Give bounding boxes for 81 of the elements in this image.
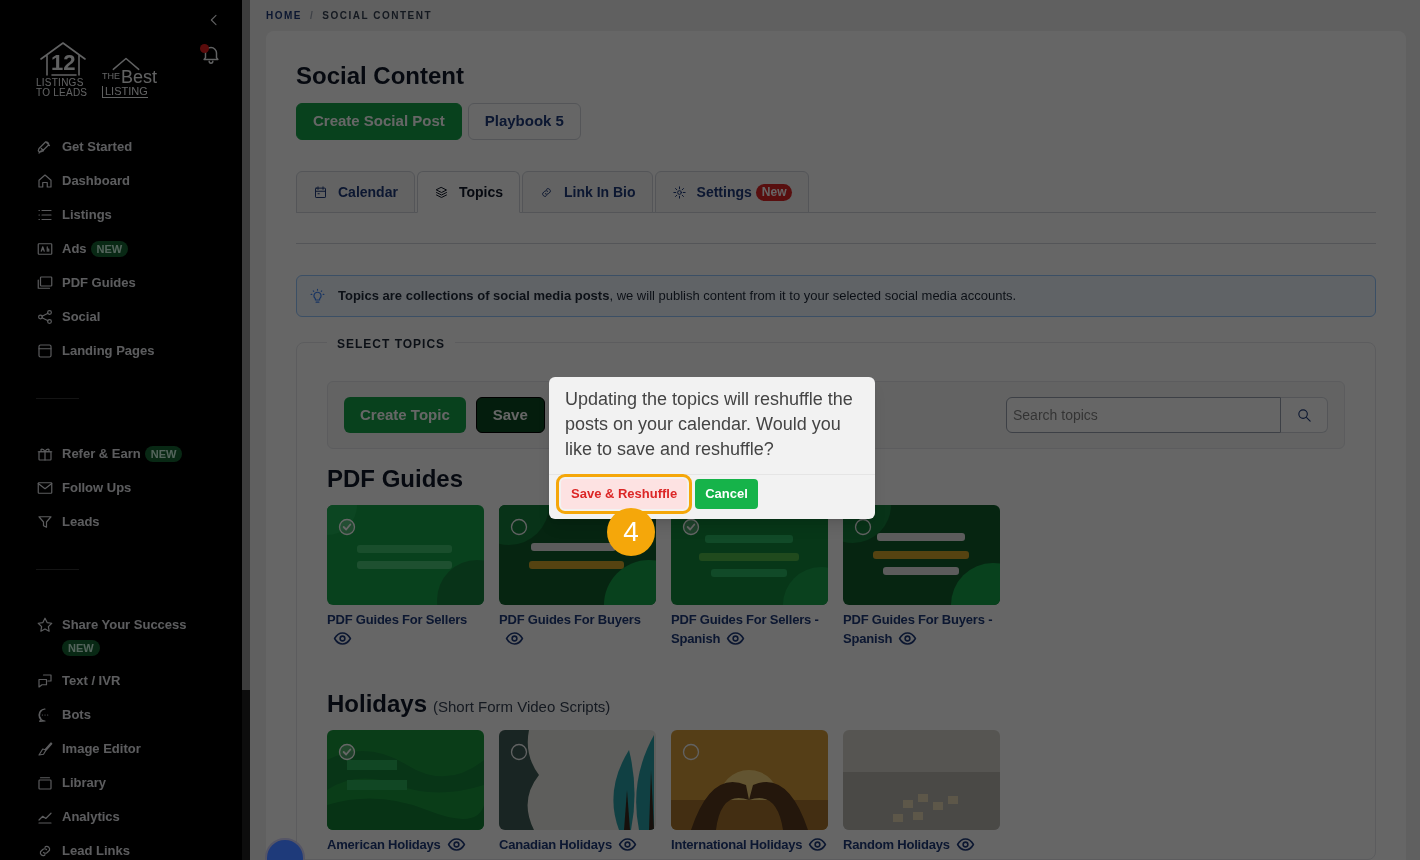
new-badge: NEW — [62, 640, 100, 656]
sidebar-link[interactable]: Refer & Earn — [62, 445, 141, 463]
breadcrumb-current: SOCIAL CONTENT — [322, 9, 432, 23]
sidebar-link[interactable]: Text / IVR — [62, 672, 121, 690]
ad-icon — [36, 240, 54, 258]
topic-link[interactable]: PDF Guides For Sellers — [327, 610, 484, 648]
chat-bubbles-icon — [36, 672, 54, 690]
share-icon — [36, 308, 54, 326]
gear-icon — [671, 184, 687, 200]
topic-link[interactable]: Canadian Holidays — [499, 835, 656, 854]
section-subtitle: (Short Form Video Scripts) — [433, 697, 611, 717]
sidebar-link[interactable]: Library — [62, 774, 107, 792]
topic-link[interactable]: PDF Guides For Buyers — [499, 610, 656, 648]
sidebar-link[interactable]: Ads — [62, 240, 87, 258]
search-icon — [1295, 406, 1313, 424]
section-title: PDF Guides — [327, 464, 464, 494]
sidebar-link[interactable]: Landing Pages — [62, 342, 155, 360]
tab[interactable]: Topics — [416, 171, 520, 213]
brush-icon — [36, 740, 54, 758]
sidebar-link[interactable]: Lead Links — [62, 842, 130, 860]
logo-text: LISTINGS — [36, 78, 84, 88]
eye-icon[interactable] — [446, 835, 466, 854]
house-icon — [36, 172, 54, 190]
eye-icon[interactable] — [505, 629, 524, 648]
sidebar-link[interactable]: Dashboard — [62, 172, 130, 190]
tab[interactable]: Link In Bio — [522, 171, 653, 213]
envelope-icon — [36, 479, 54, 497]
sidebar-link[interactable]: Bots — [62, 706, 91, 724]
sidebar-link[interactable]: Follow Ups — [62, 479, 132, 497]
breadcrumb-link[interactable]: HOME — [266, 8, 302, 23]
logo-text: TO LEADS — [36, 88, 88, 98]
toolbar-button[interactable]: Save — [475, 397, 545, 433]
sidebar-link[interactable]: Analytics — [62, 808, 120, 826]
house-logo-icon — [38, 40, 88, 78]
section-title: Holidays — [327, 689, 428, 719]
page-title: Social Content — [296, 61, 465, 91]
new-badge: NEW — [90, 241, 129, 257]
tray-icon — [36, 774, 54, 792]
info-text: Topics are collections of social media posts, we will publish content from it to your selected social media accounts. — [338, 287, 1017, 306]
logo-text: LISTING — [102, 86, 148, 98]
scrollbar-thumb[interactable] — [242, 0, 250, 690]
sidebar-link[interactable]: Get Started — [62, 138, 133, 156]
sidebar-link[interactable]: Share Your Success — [62, 616, 187, 634]
document-stack-icon — [36, 274, 54, 292]
tab[interactable]: Calendar — [296, 171, 415, 213]
logo-mark: 12 — [51, 52, 76, 74]
eye-icon[interactable] — [898, 629, 918, 648]
topic-link[interactable]: American Holidays — [327, 835, 484, 854]
action-button[interactable]: Playbook 5 — [467, 103, 581, 140]
eye-icon[interactable] — [333, 629, 352, 648]
eye-icon[interactable] — [808, 835, 828, 854]
toolbar-button[interactable]: Create Topic — [344, 397, 466, 433]
action-button[interactable]: Create Social Post — [296, 103, 462, 140]
sidebar-link[interactable]: PDF Guides — [62, 274, 136, 292]
topic-link[interactable]: PDF Guides For Sellers - Spanish — [671, 610, 828, 648]
topic-link[interactable]: Random Holidays — [843, 835, 1000, 854]
window-icon — [36, 342, 54, 360]
popover-message: Updating the topics will reshuffle the posts on your calendar. Would you like to save and reshuffle? — [564, 388, 854, 461]
topic-link[interactable]: PDF Guides For Buyers - Spanish — [843, 610, 1000, 648]
new-badge: New — [755, 183, 793, 201]
eye-icon[interactable] — [617, 835, 637, 854]
sidebar-link[interactable]: Image Editor — [62, 740, 141, 758]
sidebar-link[interactable]: Leads — [62, 513, 100, 531]
breadcrumb-separator: / — [310, 9, 315, 23]
calendar-icon — [313, 184, 328, 200]
popover-button[interactable]: Cancel — [695, 479, 758, 509]
sidebar-link[interactable]: Social — [62, 308, 101, 326]
lightbulb-icon — [309, 287, 326, 305]
funnel-icon — [36, 513, 54, 531]
logo-word: Best — [121, 68, 158, 86]
topic-link[interactable]: International Holidays — [671, 835, 828, 854]
layers-icon — [433, 184, 449, 200]
star-icon — [36, 616, 54, 634]
eye-icon[interactable] — [955, 835, 975, 854]
empty-circle-icon[interactable] — [853, 517, 873, 537]
sidebar-link[interactable]: Listings — [62, 206, 112, 224]
tab[interactable]: Settings New — [654, 171, 810, 213]
search-button[interactable] — [1281, 397, 1328, 433]
logo-prefix: THE — [102, 69, 120, 83]
new-badge: NEW — [144, 446, 183, 462]
eye-icon[interactable] — [726, 629, 746, 648]
